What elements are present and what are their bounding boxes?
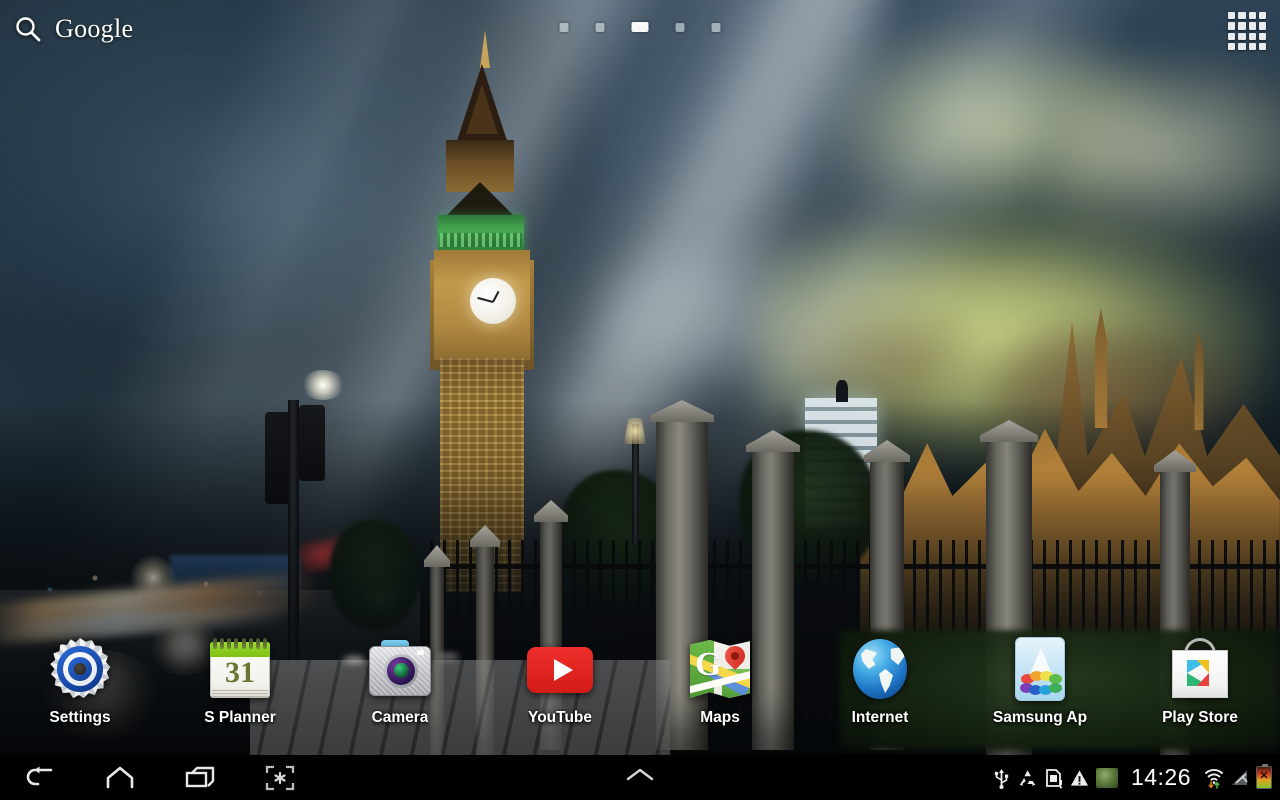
app-shortcut-play-store[interactable]: Play Store — [1120, 636, 1280, 740]
app-label-settings: Settings — [49, 709, 111, 726]
usb-icon — [992, 767, 1011, 789]
page-dot-2[interactable] — [595, 22, 605, 32]
wifi-transfer-icon — [1204, 767, 1223, 789]
android-home-screen: Google Settings 31 S Planner Camera YouT… — [0, 0, 1280, 800]
settings-gear-icon[interactable] — [47, 636, 113, 702]
recent-apps-icon[interactable] — [184, 765, 216, 791]
page-dot-4[interactable] — [675, 22, 685, 32]
camera-icon[interactable] — [367, 636, 433, 702]
recent-apps-button[interactable] — [176, 755, 224, 800]
pole-lamp-glow — [300, 370, 346, 400]
tower-statue — [836, 380, 848, 402]
app-label-internet: Internet — [851, 709, 909, 726]
sd-card-alert-icon — [1044, 767, 1063, 789]
app-shortcut-s-planner[interactable]: 31 S Planner — [160, 636, 320, 740]
system-navigation-bar: 14:26 — [0, 755, 1280, 800]
page-dot-5[interactable] — [711, 22, 721, 32]
no-signal-icon — [1230, 767, 1249, 789]
screenshot-button[interactable] — [256, 755, 304, 800]
status-bar[interactable]: 14:26 — [992, 755, 1272, 800]
samsung-apps-icon[interactable] — [1007, 636, 1073, 702]
navigation-buttons — [16, 755, 304, 800]
back-arrow-icon[interactable] — [24, 765, 56, 791]
apps-grid-icon[interactable] — [1228, 12, 1266, 50]
app-shortcut-row: Settings 31 S Planner Camera YouTube G M… — [0, 636, 1280, 740]
page-dot-1[interactable] — [559, 22, 569, 32]
app-label-youtube: YouTube — [528, 709, 592, 726]
home-screen-top-bar: Google — [0, 0, 1280, 58]
back-button[interactable] — [16, 755, 64, 800]
home-button[interactable] — [96, 755, 144, 800]
google-search-label: Google — [55, 14, 134, 43]
app-shortcut-settings[interactable]: Settings — [0, 636, 160, 740]
app-shortcut-samsung-apps[interactable]: Samsung Ap — [960, 636, 1120, 740]
app-label-samsung-apps: Samsung Ap — [992, 709, 1088, 726]
image-thumbnail-icon — [1095, 767, 1118, 788]
page-dot-3[interactable] — [631, 22, 649, 32]
page-indicator — [559, 22, 721, 32]
app-label-s-planner: S Planner — [204, 709, 276, 726]
globe-icon[interactable] — [847, 636, 913, 702]
app-shortcut-internet[interactable]: Internet — [800, 636, 960, 740]
home-icon[interactable] — [104, 765, 136, 791]
search-icon[interactable] — [14, 15, 42, 43]
app-shortcut-youtube[interactable]: YouTube — [480, 636, 640, 740]
battery-icon — [1256, 764, 1272, 789]
traffic-signal-box-2 — [299, 405, 325, 481]
maps-g-glyph: G — [695, 646, 722, 683]
app-label-play-store: Play Store — [1162, 709, 1238, 726]
sync-recycle-icon — [1018, 767, 1037, 789]
youtube-icon[interactable] — [527, 636, 593, 702]
app-label-camera: Camera — [371, 709, 429, 726]
chevron-up-icon[interactable] — [620, 765, 660, 790]
app-shortcut-camera[interactable]: Camera — [320, 636, 480, 740]
screen-capture-icon[interactable] — [265, 765, 295, 791]
app-label-maps: Maps — [700, 709, 740, 726]
app-shortcut-maps[interactable]: G Maps — [640, 636, 800, 740]
google-search-bar[interactable]: Google — [14, 14, 133, 44]
calendar-icon[interactable]: 31 — [207, 636, 273, 702]
play-store-icon[interactable] — [1167, 636, 1233, 702]
calendar-day-number: 31 — [225, 656, 255, 689]
warning-triangle-icon — [1070, 767, 1089, 789]
mini-app-tray-handle[interactable] — [605, 755, 675, 800]
maps-icon[interactable]: G — [687, 636, 753, 702]
status-clock: 14:26 — [1130, 764, 1191, 790]
clock-face — [470, 278, 516, 324]
